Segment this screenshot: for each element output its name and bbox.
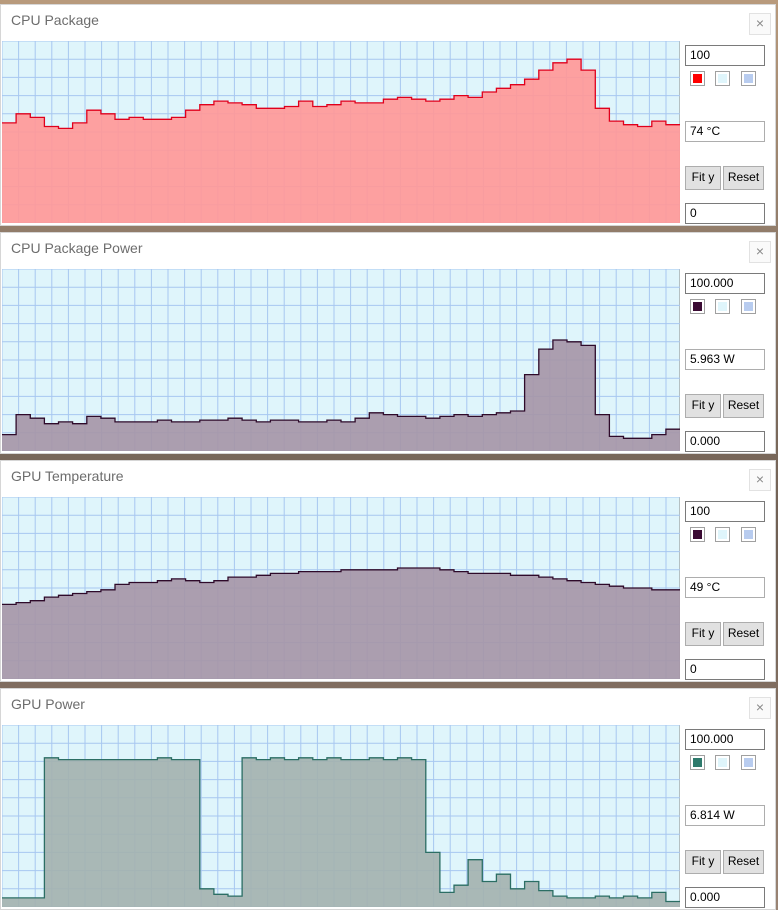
y-max-field[interactable]: 100 <box>685 501 765 522</box>
fit-y-button[interactable]: Fit y <box>685 166 721 190</box>
line-color-swatch[interactable] <box>690 755 705 770</box>
sensor-graph-window: CPU Package Power × 100.000 5.963 W Fit … <box>0 232 776 454</box>
fit-y-button[interactable]: Fit y <box>685 850 721 874</box>
current-value-field: 6.814 W <box>685 805 765 826</box>
close-button[interactable]: × <box>749 13 771 35</box>
y-min-field[interactable]: 0 <box>685 659 765 680</box>
current-value-field: 49 °C <box>685 577 765 598</box>
close-button[interactable]: × <box>749 241 771 263</box>
close-button[interactable]: × <box>749 469 771 491</box>
y-max-field[interactable]: 100.000 <box>685 729 765 750</box>
graph-plot <box>2 41 680 223</box>
sensor-graph-window: GPU Temperature × 100 49 °C Fit y Reset … <box>0 460 776 682</box>
sensor-graph-window: CPU Package × 100 74 °C Fit y Reset 0 <box>0 4 776 226</box>
graph-title: GPU Power <box>11 696 85 712</box>
background-color-swatch[interactable] <box>715 299 730 314</box>
close-icon: × <box>755 243 765 259</box>
y-max-field[interactable]: 100 <box>685 45 765 66</box>
grid-color-swatch[interactable] <box>741 755 756 770</box>
grid-color-swatch[interactable] <box>741 527 756 542</box>
line-color-swatch[interactable] <box>690 299 705 314</box>
fit-y-button[interactable]: Fit y <box>685 622 721 646</box>
close-icon: × <box>755 15 765 31</box>
reset-button[interactable]: Reset <box>723 394 764 418</box>
grid-color-swatch[interactable] <box>741 299 756 314</box>
reset-button[interactable]: Reset <box>723 622 764 646</box>
graph-title: GPU Temperature <box>11 468 124 484</box>
graph-title: CPU Package Power <box>11 240 143 256</box>
grid-color-swatch[interactable] <box>741 71 756 86</box>
current-value-field: 5.963 W <box>685 349 765 370</box>
background-color-swatch[interactable] <box>715 527 730 542</box>
background-color-swatch[interactable] <box>715 71 730 86</box>
y-max-field[interactable]: 100.000 <box>685 273 765 294</box>
reset-button[interactable]: Reset <box>723 166 764 190</box>
y-min-field[interactable]: 0.000 <box>685 431 765 452</box>
graph-plot <box>2 269 680 451</box>
graph-plot <box>2 725 680 907</box>
y-min-field[interactable]: 0.000 <box>685 887 765 908</box>
sensor-graph-window: GPU Power × 100.000 6.814 W Fit y Reset … <box>0 688 776 910</box>
close-icon: × <box>755 699 765 715</box>
graph-title: CPU Package <box>11 12 99 28</box>
line-color-swatch[interactable] <box>690 527 705 542</box>
y-min-field[interactable]: 0 <box>685 203 765 224</box>
line-color-swatch[interactable] <box>690 71 705 86</box>
close-icon: × <box>755 471 765 487</box>
fit-y-button[interactable]: Fit y <box>685 394 721 418</box>
close-button[interactable]: × <box>749 697 771 719</box>
current-value-field: 74 °C <box>685 121 765 142</box>
background-color-swatch[interactable] <box>715 755 730 770</box>
graph-plot <box>2 497 680 679</box>
reset-button[interactable]: Reset <box>723 850 764 874</box>
